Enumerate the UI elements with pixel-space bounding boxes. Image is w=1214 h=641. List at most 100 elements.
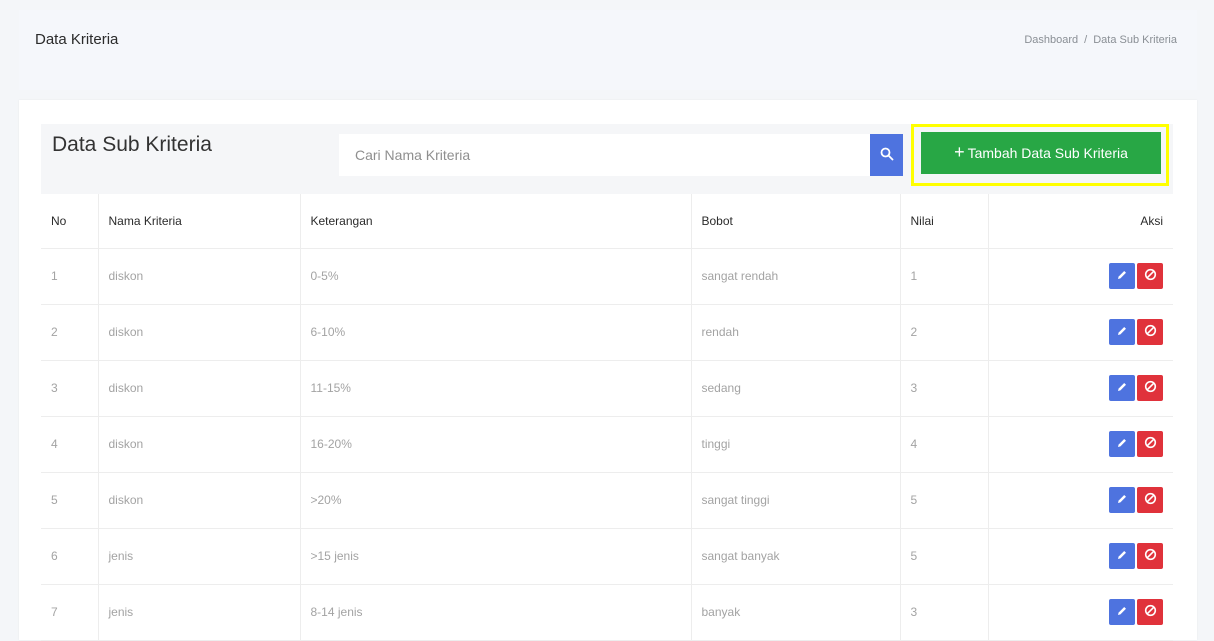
search-icon	[880, 147, 894, 164]
sub-kriteria-table: No Nama Kriteria Keterangan Bobot Nilai …	[41, 194, 1173, 641]
cell-bobot: sangat rendah	[691, 248, 901, 305]
table-row: 4 diskon 16-20% tinggi 4	[41, 416, 1173, 473]
table-row: 3 diskon 11-15% sedang 3	[41, 360, 1173, 417]
delete-button[interactable]	[1137, 319, 1163, 345]
cell-keterangan: 8-14 jenis	[300, 584, 692, 641]
row-actions	[999, 375, 1163, 401]
cell-keterangan: 16-20%	[300, 416, 692, 473]
edit-icon	[1116, 325, 1128, 340]
delete-button[interactable]	[1137, 599, 1163, 625]
row-actions	[999, 543, 1163, 569]
row-actions	[999, 263, 1163, 289]
cell-nama-kriteria: diskon	[98, 248, 301, 305]
page-title: Data Kriteria	[35, 31, 119, 48]
edit-button[interactable]	[1109, 487, 1135, 513]
edit-icon	[1116, 437, 1128, 452]
cell-nama-kriteria: diskon	[98, 360, 301, 417]
delete-icon	[1144, 380, 1157, 396]
cell-nilai: 1	[900, 248, 989, 305]
edit-icon	[1116, 549, 1128, 564]
content-card: Data Sub Kriteria + Tambah Data Sub Krit…	[19, 100, 1197, 641]
breadcrumb-dashboard[interactable]: Dashboard	[1024, 34, 1078, 46]
cell-nama-kriteria: diskon	[98, 472, 301, 529]
edit-button[interactable]	[1109, 431, 1135, 457]
column-nama-kriteria: Nama Kriteria	[98, 194, 301, 249]
table-header-row: No Nama Kriteria Keterangan Bobot Nilai …	[41, 194, 1173, 249]
cell-nilai: 4	[900, 416, 989, 473]
cell-aksi	[988, 528, 1173, 585]
search-button[interactable]	[870, 134, 903, 176]
section-title: Data Sub Kriteria	[52, 133, 212, 156]
delete-button[interactable]	[1137, 487, 1163, 513]
edit-button[interactable]	[1109, 599, 1135, 625]
cell-bobot: sedang	[691, 360, 901, 417]
cell-no: 7	[41, 584, 99, 641]
cell-aksi	[988, 304, 1173, 361]
edit-icon	[1116, 381, 1128, 396]
cell-keterangan: >15 jenis	[300, 528, 692, 585]
cell-bobot: tinggi	[691, 416, 901, 473]
cell-aksi	[988, 584, 1173, 641]
delete-icon	[1144, 492, 1157, 508]
cell-no: 5	[41, 472, 99, 529]
cell-nilai: 5	[900, 528, 989, 585]
breadcrumb-current: Data Sub Kriteria	[1093, 34, 1177, 46]
cell-keterangan: >20%	[300, 472, 692, 529]
table-row: 5 diskon >20% sangat tinggi 5	[41, 472, 1173, 529]
cell-aksi	[988, 248, 1173, 305]
row-actions	[999, 487, 1163, 513]
cell-nama-kriteria: jenis	[98, 584, 301, 641]
edit-button[interactable]	[1109, 263, 1135, 289]
cell-nilai: 2	[900, 304, 989, 361]
cell-nilai: 3	[900, 584, 989, 641]
cell-bobot: sangat tinggi	[691, 472, 901, 529]
delete-button[interactable]	[1137, 263, 1163, 289]
add-button-label: Tambah Data Sub Kriteria	[967, 145, 1128, 161]
column-aksi: Aksi	[988, 194, 1173, 249]
edit-button[interactable]	[1109, 543, 1135, 569]
edit-button[interactable]	[1109, 319, 1135, 345]
cell-nilai: 5	[900, 472, 989, 529]
row-actions	[999, 319, 1163, 345]
cell-keterangan: 0-5%	[300, 248, 692, 305]
edit-icon	[1116, 605, 1128, 620]
edit-button[interactable]	[1109, 375, 1135, 401]
cell-keterangan: 11-15%	[300, 360, 692, 417]
cell-nama-kriteria: diskon	[98, 416, 301, 473]
delete-icon	[1144, 436, 1157, 452]
cell-bobot: sangat banyak	[691, 528, 901, 585]
cell-bobot: rendah	[691, 304, 901, 361]
add-sub-kriteria-button[interactable]: + Tambah Data Sub Kriteria	[921, 132, 1161, 174]
delete-button[interactable]	[1137, 431, 1163, 457]
column-nilai: Nilai	[900, 194, 989, 249]
delete-icon	[1144, 604, 1157, 620]
edit-icon	[1116, 269, 1128, 284]
toolbar: Data Sub Kriteria + Tambah Data Sub Krit…	[41, 124, 1173, 194]
cell-aksi	[988, 360, 1173, 417]
cell-no: 2	[41, 304, 99, 361]
cell-nama-kriteria: jenis	[98, 528, 301, 585]
cell-keterangan: 6-10%	[300, 304, 692, 361]
cell-aksi	[988, 416, 1173, 473]
delete-button[interactable]	[1137, 375, 1163, 401]
column-bobot: Bobot	[691, 194, 901, 249]
cell-no: 3	[41, 360, 99, 417]
cell-aksi	[988, 472, 1173, 529]
delete-icon	[1144, 268, 1157, 284]
delete-icon	[1144, 324, 1157, 340]
table-row: 1 diskon 0-5% sangat rendah 1	[41, 248, 1173, 305]
cell-nilai: 3	[900, 360, 989, 417]
cell-no: 6	[41, 528, 99, 585]
table-row: 2 diskon 6-10% rendah 2	[41, 304, 1173, 361]
delete-button[interactable]	[1137, 543, 1163, 569]
page-header: Data Kriteria Dashboard / Data Sub Kriteri…	[19, 10, 1197, 90]
search-input[interactable]	[339, 134, 870, 176]
cell-no: 4	[41, 416, 99, 473]
column-keterangan: Keterangan	[300, 194, 692, 249]
edit-icon	[1116, 493, 1128, 508]
breadcrumb-separator: /	[1084, 34, 1088, 46]
column-no: No	[41, 194, 99, 249]
table-row: 7 jenis 8-14 jenis banyak 3	[41, 584, 1173, 641]
row-actions	[999, 599, 1163, 625]
table-row: 6 jenis >15 jenis sangat banyak 5	[41, 528, 1173, 585]
